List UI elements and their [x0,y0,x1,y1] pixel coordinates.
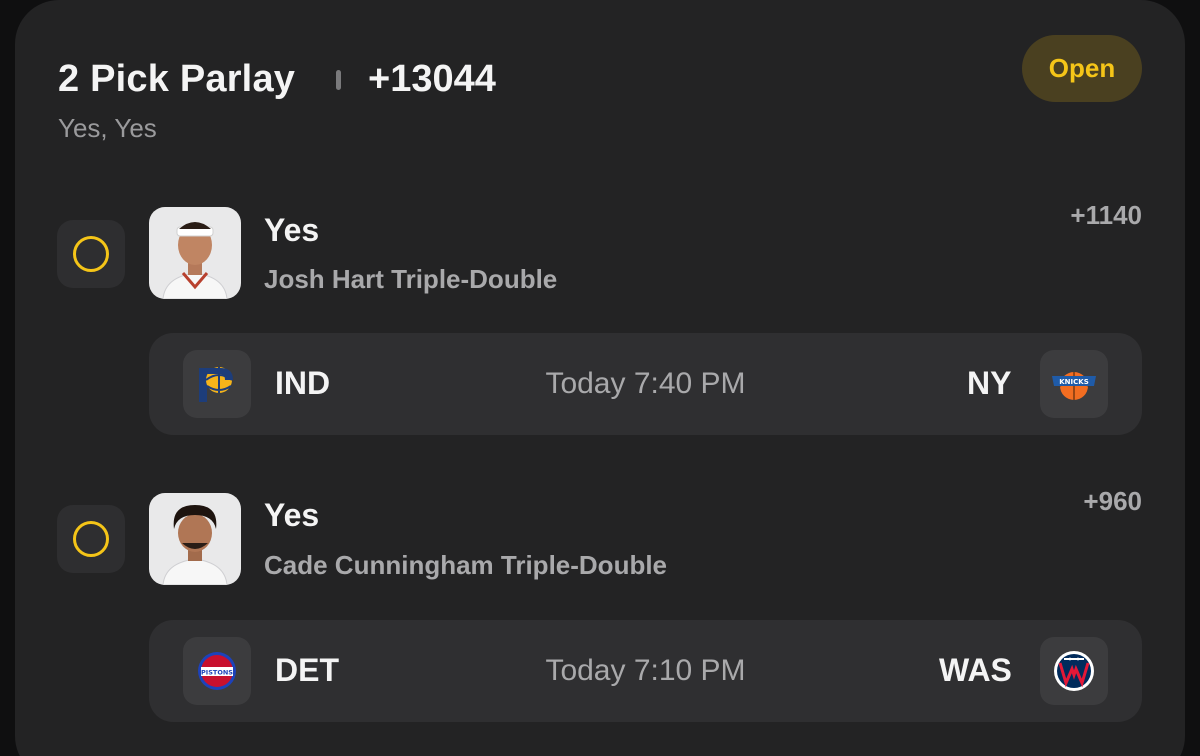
home-team-logo: KNICKS [1040,350,1108,418]
circle-icon [73,521,109,557]
pick-choice: Yes [264,212,320,248]
knicks-logo-icon: KNICKS [1052,372,1096,400]
pick-market: Cade Cunningham Triple-Double [264,550,668,580]
player-headshot-icon [149,493,241,585]
player-avatar [149,493,241,585]
title-separator [336,70,341,90]
pick-select-circle[interactable] [57,505,125,573]
game-row[interactable]: PISTONS DET Today 7:10 PM WAS [149,620,1142,722]
svg-text:KNICKS: KNICKS [1059,378,1089,386]
parlay-subtitle: Yes, Yes [58,113,157,143]
wizards-logo-icon [1054,651,1094,691]
home-team-abbr: NY [967,365,1012,401]
pick-odds: +1140 [1070,200,1142,230]
pick-select-circle[interactable] [57,220,125,288]
circle-icon [73,236,109,272]
parlay-card[interactable]: 2 Pick Parlay +13044 Yes, Yes Open Yes J… [15,0,1185,756]
parlay-odds: +13044 [368,58,496,100]
game-row[interactable]: IND Today 7:40 PM NY KNICKS [149,333,1142,435]
status-badge: Open [1022,35,1142,102]
pick-market: Josh Hart Triple-Double [264,264,558,294]
pick-choice: Yes [264,497,320,533]
home-team-abbr: WAS [939,652,1012,688]
home-team-logo [1040,637,1108,705]
player-avatar [149,207,241,299]
pick-odds: +960 [1083,486,1142,516]
parlay-title: 2 Pick Parlay [58,58,296,100]
player-headshot-icon [149,207,241,299]
